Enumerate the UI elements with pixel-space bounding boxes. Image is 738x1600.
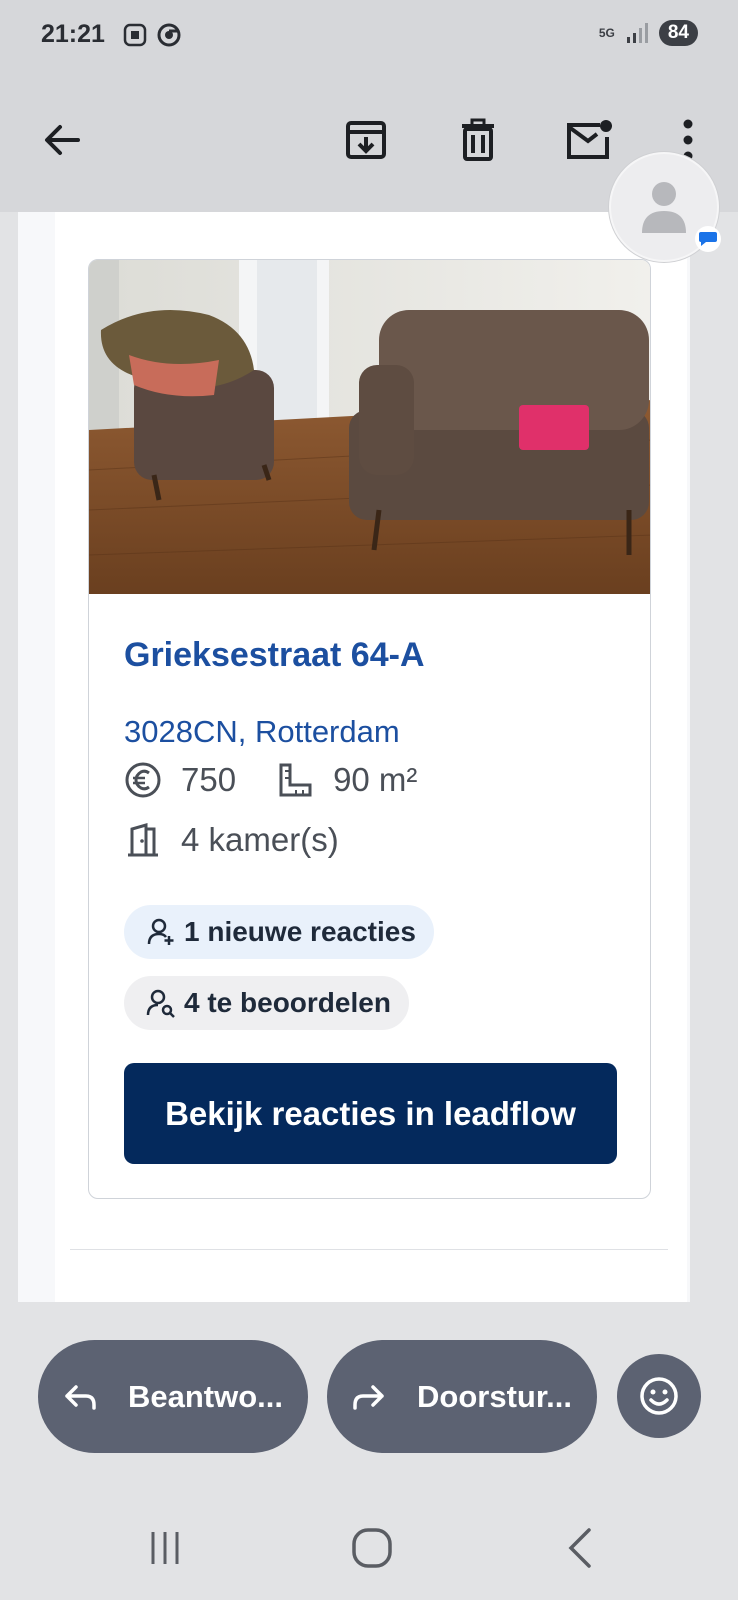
status-bar: 21:21 5G 84 bbox=[0, 0, 738, 72]
to-review-label: 4 te beoordelen bbox=[184, 987, 391, 1018]
to-review-badge: 4 te beoordelen bbox=[124, 976, 409, 1030]
listing-photo[interactable] bbox=[89, 260, 650, 594]
system-back-button[interactable] bbox=[550, 1518, 610, 1578]
forward-label: Doorstur... bbox=[417, 1378, 573, 1414]
listing-price: 750 bbox=[181, 761, 237, 798]
floor-area-icon bbox=[276, 761, 314, 799]
network-type: 5G bbox=[598, 26, 615, 40]
status-notification-icons bbox=[122, 22, 182, 48]
rooms-row: 4 kamer(s) bbox=[124, 821, 339, 859]
listing-card: Grieksestraat 64-A 3028CN, Rotterdam 750… bbox=[88, 259, 651, 1199]
back-arrow-icon bbox=[45, 125, 80, 155]
listing-city: 3028CN, Rotterdam bbox=[124, 714, 400, 749]
system-navigation-bar bbox=[0, 1480, 738, 1600]
forward-button[interactable]: Doorstur... bbox=[327, 1340, 597, 1453]
new-reactions-label: 1 nieuwe reacties bbox=[184, 916, 416, 947]
person-search-icon bbox=[146, 988, 176, 1018]
chat-badge-icon bbox=[695, 226, 721, 252]
signal-icon bbox=[626, 23, 648, 43]
reply-label: Beantwo... bbox=[128, 1378, 284, 1414]
status-system-icons: 5G 84 bbox=[599, 20, 698, 46]
home-icon bbox=[352, 1528, 392, 1568]
chrome-icon bbox=[157, 23, 181, 47]
battery-level: 84 bbox=[658, 20, 698, 46]
forward-icon bbox=[351, 1381, 387, 1413]
home-button[interactable] bbox=[342, 1518, 402, 1578]
price-area-row: 750 90 m² bbox=[124, 761, 417, 799]
sender-avatar[interactable] bbox=[609, 152, 721, 262]
reply-button[interactable]: Beantwo... bbox=[38, 1340, 308, 1453]
screenshot-icon bbox=[123, 23, 147, 47]
smiley-icon bbox=[640, 1377, 678, 1415]
euro-icon bbox=[124, 761, 162, 799]
back-button[interactable] bbox=[34, 112, 90, 168]
archive-button[interactable] bbox=[338, 112, 394, 168]
door-icon bbox=[124, 821, 162, 859]
content-divider bbox=[70, 1249, 668, 1250]
add-person-icon bbox=[146, 917, 176, 947]
recent-apps-icon bbox=[151, 1532, 179, 1564]
new-reactions-badge: 1 nieuwe reacties bbox=[124, 905, 434, 959]
mark-unread-button[interactable] bbox=[561, 112, 617, 168]
delete-icon bbox=[462, 118, 494, 161]
listing-area: 90 m² bbox=[333, 761, 418, 798]
reply-icon bbox=[62, 1381, 98, 1413]
status-time: 21:21 bbox=[41, 20, 105, 48]
view-reactions-button[interactable]: Bekijk reacties in leadflow bbox=[124, 1063, 617, 1164]
recent-apps-button[interactable] bbox=[135, 1518, 195, 1578]
delete-button[interactable] bbox=[450, 112, 506, 168]
archive-icon bbox=[346, 121, 386, 159]
listing-street[interactable]: Grieksestraat 64-A bbox=[124, 636, 425, 675]
person-icon bbox=[642, 182, 686, 233]
chevron-left-icon bbox=[568, 1528, 591, 1568]
emoji-reaction-button[interactable] bbox=[617, 1354, 701, 1438]
listing-rooms: 4 kamer(s) bbox=[181, 821, 339, 858]
mark-unread-icon bbox=[567, 120, 612, 159]
